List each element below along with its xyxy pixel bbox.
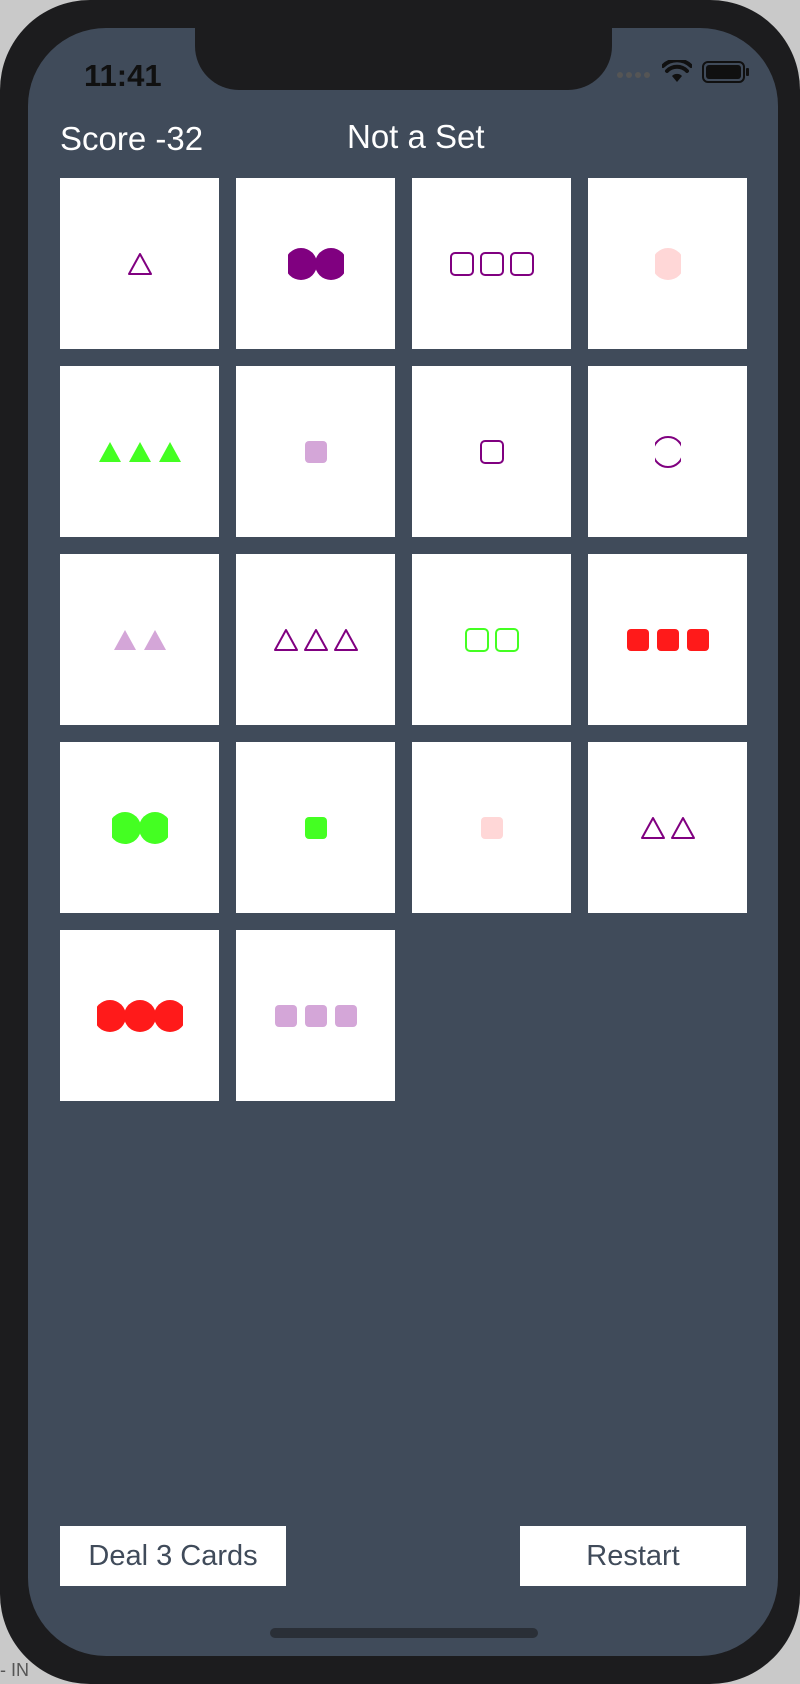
square-symbol	[304, 816, 327, 839]
circle-symbol	[287, 247, 317, 280]
set-card[interactable]	[60, 178, 219, 349]
triangle-symbol	[333, 628, 358, 651]
set-card[interactable]	[60, 742, 219, 913]
triangle-symbol	[273, 628, 298, 651]
battery-icon	[702, 60, 750, 89]
home-indicator[interactable]	[270, 1628, 538, 1638]
set-card[interactable]	[588, 742, 747, 913]
square-symbols	[464, 627, 519, 652]
device-notch	[195, 28, 612, 90]
circle-symbol	[96, 999, 126, 1032]
square-symbol	[509, 251, 534, 276]
set-card[interactable]	[412, 366, 571, 537]
triangle-symbol	[127, 252, 152, 275]
set-card[interactable]	[412, 178, 571, 349]
square-symbols	[449, 251, 534, 276]
score-label: Score -32	[60, 120, 204, 157]
triangle-symbols	[113, 629, 166, 650]
triangle-symbol	[303, 628, 328, 651]
set-card[interactable]	[236, 178, 395, 349]
status-icons	[616, 58, 750, 89]
square-symbol	[479, 251, 504, 276]
circle-symbol	[111, 811, 141, 844]
square-symbols	[304, 440, 327, 463]
app-screen: 11:41 Score -32 Not a Set Deal 3 Cards R…	[28, 28, 778, 1656]
circle-symbols	[654, 247, 681, 280]
device-frame: 11:41 Score -32 Not a Set Deal 3 Cards R…	[0, 0, 800, 1684]
square-symbols	[479, 439, 504, 464]
triangle-symbol	[143, 629, 166, 650]
triangle-symbol	[98, 441, 121, 462]
square-symbols	[304, 816, 327, 839]
square-symbol	[494, 627, 519, 652]
square-symbol	[656, 628, 679, 651]
corner-text: - IN	[0, 1660, 29, 1680]
square-symbol	[449, 251, 474, 276]
match-status-message: Not a Set	[347, 118, 485, 155]
square-symbols	[626, 628, 709, 651]
square-symbol	[304, 1004, 327, 1027]
set-card[interactable]	[412, 554, 571, 725]
square-symbols	[274, 1004, 357, 1027]
triangle-symbol	[113, 629, 136, 650]
circle-symbol	[123, 999, 156, 1032]
set-card[interactable]	[236, 366, 395, 537]
triangle-symbols	[98, 441, 181, 462]
set-card[interactable]	[588, 554, 747, 725]
square-symbol	[304, 440, 327, 463]
circle-symbol	[314, 247, 344, 280]
circle-symbols	[287, 247, 344, 280]
set-card[interactable]	[412, 742, 571, 913]
triangle-symbol	[640, 816, 665, 839]
square-symbol	[626, 628, 649, 651]
circle-symbol	[153, 999, 183, 1032]
triangle-symbols	[273, 628, 358, 651]
circle-symbols	[96, 999, 183, 1032]
circle-symbols	[654, 435, 681, 468]
triangle-symbol	[670, 816, 695, 839]
circle-symbol	[654, 247, 681, 280]
set-card[interactable]	[60, 554, 219, 725]
triangle-symbol	[158, 441, 181, 462]
set-card[interactable]	[588, 366, 747, 537]
triangle-symbol	[128, 441, 151, 462]
set-card[interactable]	[60, 366, 219, 537]
square-symbols	[480, 816, 503, 839]
set-card[interactable]	[236, 930, 395, 1101]
deal-three-cards-button[interactable]: Deal 3 Cards	[60, 1526, 286, 1586]
circle-symbol	[138, 811, 168, 844]
status-time: 11:41	[84, 58, 162, 93]
square-symbol	[274, 1004, 297, 1027]
square-symbol	[334, 1004, 357, 1027]
triangle-symbols	[640, 816, 695, 839]
restart-button[interactable]: Restart	[520, 1526, 746, 1586]
square-symbol	[480, 816, 503, 839]
square-symbol	[686, 628, 709, 651]
circle-symbol	[654, 435, 681, 468]
wifi-icon	[661, 58, 693, 89]
set-card[interactable]	[588, 178, 747, 349]
set-card[interactable]	[60, 930, 219, 1101]
circle-symbols	[111, 811, 168, 844]
signal-icon	[616, 66, 652, 84]
square-symbol	[479, 439, 504, 464]
set-card[interactable]	[236, 742, 395, 913]
triangle-symbols	[127, 252, 152, 275]
square-symbol	[464, 627, 489, 652]
set-card[interactable]	[236, 554, 395, 725]
